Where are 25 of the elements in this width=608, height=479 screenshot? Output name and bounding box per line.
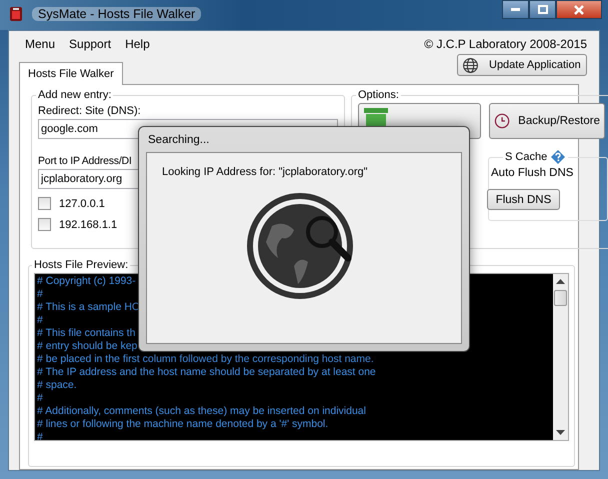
port-label: Port to IP Address/DI	[38, 155, 133, 167]
group-label: Hosts File Preview:	[33, 259, 130, 271]
group-label: Options:	[357, 89, 400, 101]
text-line: #	[37, 288, 44, 301]
text-line: # The IP address and the host name should be separated by at least one	[37, 366, 377, 379]
copyright-text: © J.C.P Laboratory 2008-2015	[424, 37, 587, 51]
group-label: Add new entry:	[37, 89, 112, 101]
checkbox-label: 127.0.0.1	[59, 198, 105, 210]
dialog-message: Looking IP Address for: "jcplaboratory.org"	[162, 166, 368, 178]
text-line: # be placed in the first column followed by the corresponding host name.	[37, 353, 375, 366]
text-line: # entry should be kep	[37, 340, 138, 353]
dialog-title: Searching...	[147, 133, 210, 148]
group-label: S Cache	[505, 151, 548, 163]
text-line: #	[37, 431, 44, 440]
text-line: #	[37, 392, 44, 405]
redirect-label: Redirect: Site (DNS):	[38, 105, 142, 117]
auto-flush-label: Auto Flush DNS	[491, 167, 574, 179]
text-line: # This file contains th	[37, 327, 136, 340]
text-line: # space.	[37, 379, 78, 392]
text-line: # Additionally, comments (such as these) may be inserted on individual	[37, 405, 367, 418]
checkbox-label: 192.168.1.1	[59, 218, 118, 230]
text-line: # lines or following the machine name denoted by a '#' symbol.	[37, 418, 330, 431]
text-line: # Copyright (c) 1993-	[37, 275, 137, 288]
text-line: #	[37, 314, 44, 327]
window-title: SysMate - Hosts File Walker	[32, 7, 202, 21]
